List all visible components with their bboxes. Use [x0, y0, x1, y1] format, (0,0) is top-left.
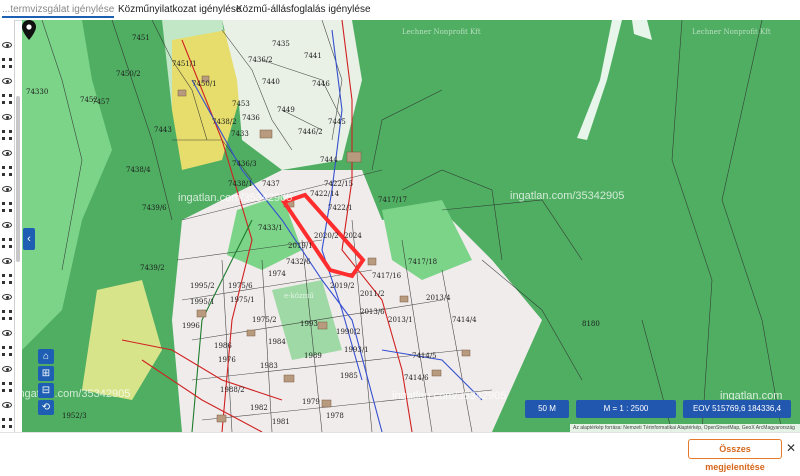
layer-grid-icon[interactable]	[2, 58, 12, 68]
layer-grid-icon[interactable]	[2, 310, 12, 320]
visibility-eye-icon[interactable]	[2, 40, 12, 50]
visibility-eye-icon[interactable]	[2, 292, 12, 302]
show-all-button[interactable]: Összes megjelenítése	[688, 439, 782, 472]
collapse-panel-button[interactable]: ‹	[23, 228, 35, 250]
tab-szakvelemenyek[interactable]: ...termvizsgálat igénylése	[2, 4, 115, 18]
visibility-eye-icon[interactable]	[2, 364, 12, 374]
layer-grid-icon[interactable]	[2, 202, 12, 212]
layer-grid-icon[interactable]	[2, 418, 12, 428]
bottom-bar: Összes megjelenítése ✕	[0, 432, 800, 472]
layer-toolbar	[0, 20, 15, 432]
map-scale-ratio: M = 1 : 2500	[576, 400, 676, 418]
map-layers	[22, 20, 800, 432]
home-button[interactable]: ⌂	[38, 349, 54, 364]
zoom-out-button[interactable]: ⊟	[38, 383, 54, 398]
zoom-fit-button[interactable]: ⊞	[38, 366, 54, 381]
tab-kozmunyilatkozat[interactable]: Közműnyilatkozat igénylése	[118, 4, 241, 15]
visibility-eye-icon[interactable]	[2, 220, 12, 230]
visibility-eye-icon[interactable]	[2, 148, 12, 158]
layer-grid-icon[interactable]	[2, 166, 12, 176]
layer-grid-icon[interactable]	[2, 346, 12, 356]
visibility-eye-icon[interactable]	[2, 400, 12, 410]
visibility-eye-icon[interactable]	[2, 184, 12, 194]
eov-coordinates: EOV 515769,6 184336,4	[683, 400, 791, 418]
visibility-eye-icon[interactable]	[2, 328, 12, 338]
visibility-eye-icon[interactable]	[2, 112, 12, 122]
back-button[interactable]: ⟲	[38, 400, 54, 415]
layer-grid-icon[interactable]	[2, 94, 12, 104]
layer-grid-icon[interactable]	[2, 274, 12, 284]
layer-grid-icon[interactable]	[2, 238, 12, 248]
visibility-eye-icon[interactable]	[2, 76, 12, 86]
visibility-eye-icon[interactable]	[2, 256, 12, 266]
map-canvas[interactable]: 7451 7450/2 7451/1 7453 7450/1 7452 7449…	[22, 20, 800, 432]
tab-bar: ...termvizsgálat igénylése Közműnyilatko…	[0, 0, 800, 21]
layer-grid-icon[interactable]	[2, 382, 12, 392]
location-pin-icon[interactable]	[22, 20, 36, 40]
close-icon[interactable]: ✕	[786, 441, 796, 455]
layer-grid-icon[interactable]	[2, 130, 12, 140]
tab-kozmu-allasfoglalas[interactable]: Közmű-állásfoglalás igénylése	[236, 4, 371, 15]
layer-list-scrollbar[interactable]	[16, 96, 20, 262]
scale-bar: 50 M	[525, 400, 569, 418]
